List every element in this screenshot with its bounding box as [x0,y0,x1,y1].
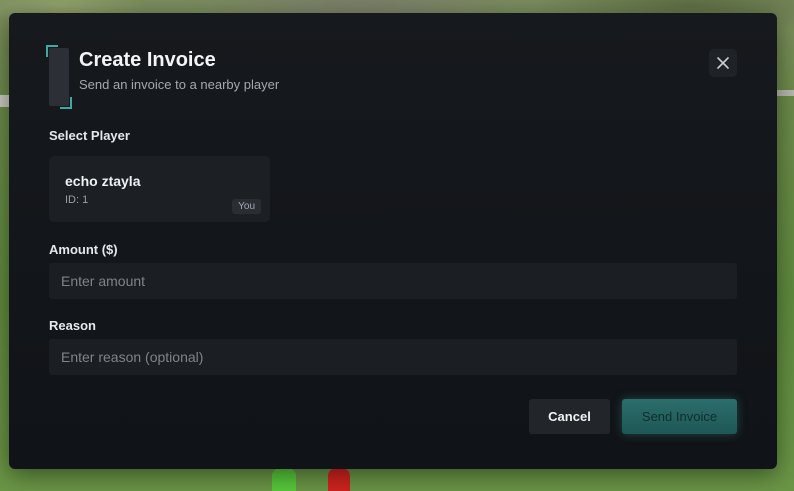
header-accent-icon [46,45,72,109]
create-invoice-modal: Create Invoice Send an invoice to a near… [9,13,777,469]
close-icon [717,57,729,69]
you-badge: You [232,199,261,214]
player-id: ID: 1 [65,194,89,206]
select-player-label: Select Player [49,128,130,143]
amount-label: Amount ($) [49,242,118,257]
modal-title: Create Invoice [79,49,216,71]
reason-label: Reason [49,318,96,333]
close-button[interactable] [709,49,737,77]
background-sidewalk [0,95,9,107]
send-invoice-button[interactable]: Send Invoice [622,399,737,434]
cancel-button[interactable]: Cancel [529,399,610,434]
player-card[interactable]: echo ztayla ID: 1 You [49,156,270,222]
background-sidewalk [777,90,794,96]
player-name: echo ztayla [65,173,141,189]
modal-subtitle: Send an invoice to a nearby player [79,77,280,92]
amount-input[interactable] [49,263,737,299]
background-green-object [272,468,296,491]
background-red-object [328,468,350,491]
reason-input[interactable] [49,339,737,375]
